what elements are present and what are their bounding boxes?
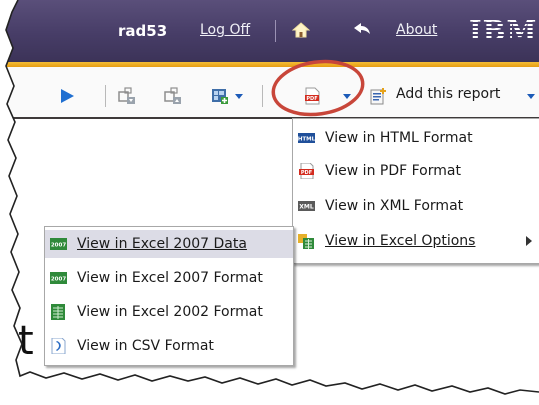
report-content-text: t bbox=[18, 318, 34, 364]
view-excel-options-item[interactable]: View in Excel Options bbox=[293, 227, 539, 255]
pdf-icon: PDF bbox=[298, 163, 315, 179]
html-icon: HTML bbox=[298, 130, 315, 146]
report-toolbar: PDF Add this report bbox=[0, 67, 539, 119]
view-html-format-item[interactable]: HTML View in HTML Format bbox=[293, 124, 539, 152]
add-report-icon[interactable] bbox=[369, 87, 387, 105]
menu-item-label: View in Excel 2007 Data bbox=[77, 236, 247, 252]
menu-item-label: View in CSV Format bbox=[77, 338, 214, 354]
svg-text:PDF: PDF bbox=[306, 96, 317, 102]
svg-text:XML: XML bbox=[299, 204, 314, 211]
add-report-caret[interactable] bbox=[527, 94, 535, 99]
run-icon[interactable] bbox=[58, 87, 76, 105]
move-up-icon[interactable] bbox=[164, 87, 182, 105]
header-divider bbox=[275, 20, 276, 42]
svg-text:2007: 2007 bbox=[51, 277, 66, 283]
chart-edit-icon[interactable] bbox=[211, 87, 229, 105]
excel-options-icon bbox=[298, 233, 315, 249]
excel-options-submenu: 2007 View in Excel 2007 Data 2007 View i… bbox=[44, 226, 294, 366]
csv-icon bbox=[50, 338, 67, 354]
app-header: rad53 Log Off About IBM bbox=[0, 0, 539, 62]
menu-item-label: View in Excel Options bbox=[325, 233, 476, 249]
move-down-icon[interactable] bbox=[118, 87, 136, 105]
submenu-arrow-icon bbox=[526, 236, 532, 246]
ibm-logo: IBM bbox=[469, 16, 538, 47]
menu-item-label: View in PDF Format bbox=[325, 163, 461, 179]
toolbar-divider bbox=[105, 85, 106, 107]
format-menu-caret[interactable] bbox=[343, 94, 351, 99]
menu-item-label: View in HTML Format bbox=[325, 130, 473, 146]
view-pdf-format-item[interactable]: PDF View in PDF Format bbox=[293, 157, 539, 185]
view-excel-2007-format-item[interactable]: 2007 View in Excel 2007 Format bbox=[45, 264, 293, 292]
toolbar-divider bbox=[262, 85, 263, 107]
menu-item-label: View in Excel 2007 Format bbox=[77, 270, 263, 286]
home-icon[interactable] bbox=[292, 21, 310, 39]
view-excel-2002-format-item[interactable]: View in Excel 2002 Format bbox=[45, 298, 293, 326]
about-link[interactable]: About bbox=[396, 22, 437, 38]
pdf-format-icon[interactable]: PDF bbox=[303, 87, 321, 105]
chart-options-caret[interactable] bbox=[235, 94, 243, 99]
logoff-link[interactable]: Log Off bbox=[200, 22, 250, 38]
excel-2002-icon bbox=[50, 304, 67, 320]
back-arrow-icon[interactable] bbox=[352, 21, 372, 37]
svg-text:2007: 2007 bbox=[51, 243, 66, 249]
excel-2007-icon: 2007 bbox=[50, 270, 67, 286]
view-xml-format-item[interactable]: XML View in XML Format bbox=[293, 192, 539, 220]
report-viewer-window: rad53 Log Off About IBM PDF Add this rep… bbox=[0, 0, 539, 405]
menu-item-label: View in Excel 2002 Format bbox=[77, 304, 263, 320]
add-report-button[interactable]: Add this report bbox=[396, 86, 500, 102]
view-csv-format-item[interactable]: View in CSV Format bbox=[45, 332, 293, 360]
format-dropdown-menu: HTML View in HTML Format PDF View in PDF… bbox=[292, 118, 539, 264]
svg-text:PDF: PDF bbox=[301, 170, 312, 176]
menu-item-label: View in XML Format bbox=[325, 198, 464, 214]
excel-2007-icon: 2007 bbox=[50, 236, 67, 252]
username-label: rad53 bbox=[118, 22, 168, 40]
view-excel-2007-data-item[interactable]: 2007 View in Excel 2007 Data bbox=[45, 230, 293, 258]
svg-text:HTML: HTML bbox=[298, 137, 315, 143]
xml-icon: XML bbox=[298, 198, 315, 214]
